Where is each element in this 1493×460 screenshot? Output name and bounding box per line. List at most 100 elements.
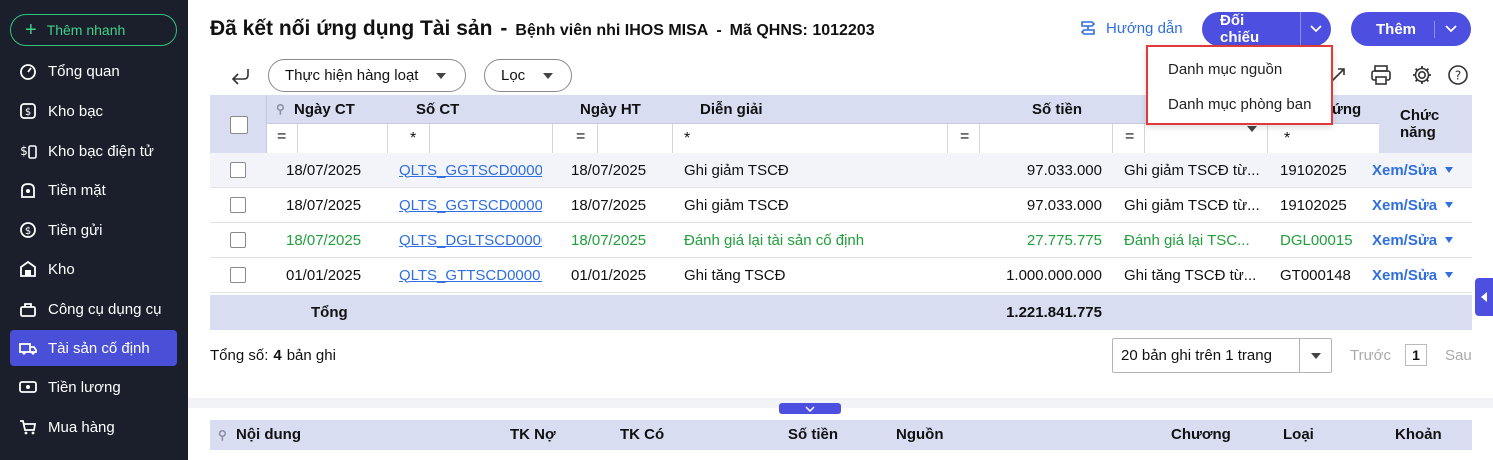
table-row[interactable]: 18/07/2025 QLTS_GGTSCD00001 18/07/2025 Ghi … — [210, 153, 1472, 188]
print-icon[interactable] — [1368, 62, 1394, 88]
filter-loai-dropdown[interactable] — [1247, 126, 1257, 150]
page-size-value: 20 bản ghi trên 1 trang — [1121, 347, 1272, 364]
detail-header-nguon[interactable]: Nguồn — [896, 426, 943, 443]
header-ngay-ct[interactable]: Ngày CT — [294, 95, 355, 123]
bulk-action-button[interactable]: Thực hiện hàng loạt — [268, 59, 466, 92]
svg-text:?: ? — [1455, 69, 1461, 83]
table-row[interactable]: 01/01/2025 QLTS_GTTSCD00001 01/01/2025 Ghi … — [210, 258, 1472, 293]
guide-link[interactable]: Hướng dẫn — [1078, 18, 1183, 38]
expand-panel-button[interactable] — [779, 403, 841, 414]
sidebar-item-label: Công cụ dụng cụ — [48, 300, 162, 318]
prev-page-button[interactable]: Trước — [1350, 347, 1391, 364]
view-edit-link[interactable]: Xem/Sửa — [1372, 153, 1437, 188]
cart-icon — [20, 420, 37, 435]
cell-loai: Ghi giảm TSCĐ từ... — [1124, 161, 1260, 179]
quick-add-button[interactable]: + Thêm nhanh — [10, 14, 177, 46]
cell-dien-giai: Đánh giá lại tài sản cố định — [684, 231, 865, 249]
sidebar-item-e-treasury[interactable]: $ Kho bạc điện tử — [10, 133, 177, 169]
cash-icon — [21, 183, 35, 198]
sidebar: + Thêm nhanh Tổng quan $ Kho bạc $ Kho b… — [0, 0, 188, 460]
sidebar-item-overview[interactable]: Tổng quan — [10, 53, 177, 89]
org-name: Bệnh viên nhi IHOS MISA — [515, 22, 709, 39]
row-checkbox[interactable] — [230, 197, 246, 213]
chevron-down-icon[interactable] — [1435, 25, 1467, 33]
table-row[interactable]: 18/07/2025 QLTS_GGTSCD00001 18/07/2025 Ghi … — [210, 188, 1472, 223]
org-code: Mã QHNS: 1012203 — [729, 22, 875, 39]
filter-ngay-ct-op[interactable]: = — [277, 128, 286, 146]
filter-button[interactable]: Lọc — [484, 59, 572, 92]
row-action-dropdown[interactable] — [1445, 153, 1453, 188]
view-edit-link[interactable]: Xem/Sửa — [1372, 223, 1437, 258]
detail-header-noi-dung[interactable]: Nội dung — [236, 426, 301, 443]
settings-gear-icon[interactable] — [1409, 62, 1435, 88]
row-checkbox[interactable] — [230, 267, 246, 283]
current-page[interactable]: 1 — [1405, 344, 1427, 366]
cell-dien-giai: Ghi giảm TSCĐ — [684, 161, 789, 179]
help-icon[interactable]: ? — [1445, 62, 1471, 88]
cell-ung: DGL00015 — [1280, 231, 1353, 249]
detail-header-tk-co[interactable]: TK Có — [620, 426, 664, 443]
select-all-checkbox[interactable] — [230, 116, 248, 134]
caret-down-icon — [1445, 202, 1453, 208]
add-button[interactable]: Thêm — [1351, 12, 1471, 46]
sidebar-item-payroll[interactable]: Tiền lương — [10, 369, 177, 405]
sidebar-item-warehouse[interactable]: Kho — [10, 251, 177, 287]
menu-item-department-catalog[interactable]: Danh mục phòng ban — [1168, 96, 1311, 113]
collapse-arrow-icon[interactable] — [230, 67, 252, 96]
view-edit-link[interactable]: Xem/Sửa — [1372, 188, 1437, 223]
header-dien-giai[interactable]: Diễn giải — [700, 95, 763, 123]
row-checkbox[interactable] — [230, 232, 246, 248]
cell-ngay-ht: 01/01/2025 — [571, 266, 647, 284]
sidebar-item-cash[interactable]: Tiền mặt — [10, 172, 177, 208]
page-title-text: Đã kết nối ứng dụng Tài sản — [210, 17, 493, 40]
row-checkbox[interactable] — [230, 162, 246, 178]
total-row: Tổng 1.221.841.775 — [210, 295, 1472, 330]
filter-loai-op[interactable]: = — [1125, 128, 1134, 146]
cell-so-ct-link[interactable]: QLTS_GTTSCD00001 — [399, 258, 542, 293]
e-treasury-icon: $ — [20, 144, 37, 159]
page-size-select[interactable]: 20 bản ghi trên 1 trang — [1112, 338, 1332, 373]
sidebar-item-tools[interactable]: Công cụ dụng cụ — [10, 291, 177, 327]
cell-ung: 19102025 — [1280, 161, 1347, 179]
view-edit-link[interactable]: Xem/Sửa — [1372, 258, 1437, 293]
caret-down-icon — [1445, 272, 1453, 278]
detail-header-loai[interactable]: Loại — [1283, 426, 1314, 443]
caret-down-icon — [543, 72, 554, 79]
filter-so-ct-op[interactable]: * — [410, 130, 416, 148]
detail-header-chuong[interactable]: Chương — [1171, 426, 1231, 443]
sidebar-item-treasury[interactable]: $ Kho bạc — [10, 93, 177, 129]
header-so-tien[interactable]: Số tiền — [1032, 95, 1082, 123]
table-row[interactable]: 18/07/2025 QLTS_DGLTSCD0000 18/07/2025 Đánh… — [210, 223, 1472, 258]
sidebar-item-fixed-assets[interactable]: Tài sản cố định — [10, 330, 177, 366]
chevron-down-icon[interactable] — [1301, 25, 1331, 33]
sidebar-item-deposit[interactable]: $ Tiền gửi — [10, 212, 177, 248]
header-ngay-ht[interactable]: Ngày HT — [580, 95, 641, 123]
header-ung[interactable]: ứng — [1332, 95, 1361, 123]
cell-so-tien: 1.000.000.000 — [1006, 266, 1102, 284]
header-so-ct[interactable]: Số CT — [416, 95, 459, 123]
sidebar-item-label: Tổng quan — [48, 62, 120, 80]
cell-dien-giai: Ghi giảm TSCĐ — [684, 196, 789, 214]
cell-so-ct-link[interactable]: QLTS_DGLTSCD0000 — [399, 223, 542, 258]
row-action-dropdown[interactable] — [1445, 258, 1453, 293]
row-action-dropdown[interactable] — [1445, 223, 1453, 258]
filter-dien-giai-op[interactable]: * — [684, 130, 690, 148]
warehouse-icon — [20, 260, 36, 277]
sidebar-item-purchase[interactable]: Mua hàng — [10, 409, 177, 445]
detail-header-so-tien[interactable]: Số tiền — [788, 426, 838, 443]
detail-header-khoan[interactable]: Khoản — [1395, 426, 1442, 443]
cell-so-ct-link[interactable]: QLTS_GGTSCD00001 — [399, 153, 542, 188]
tools-icon — [20, 303, 36, 317]
reconcile-button[interactable]: Đối chiếu — [1202, 12, 1331, 46]
row-action-dropdown[interactable] — [1445, 188, 1453, 223]
side-panel-toggle[interactable] — [1475, 278, 1493, 316]
detail-header-tk-no[interactable]: TK Nợ — [510, 426, 556, 443]
truck-icon — [19, 343, 37, 355]
filter-ung-op[interactable]: * — [1284, 130, 1290, 148]
cell-so-ct-link[interactable]: QLTS_GGTSCD00001 — [399, 188, 542, 223]
filter-so-tien-op[interactable]: = — [960, 128, 969, 146]
chevron-down-icon — [805, 405, 815, 412]
filter-ngay-ht-op[interactable]: = — [576, 128, 585, 146]
menu-item-source-catalog[interactable]: Danh mục nguồn — [1168, 61, 1282, 78]
next-page-button[interactable]: Sau — [1445, 347, 1472, 364]
